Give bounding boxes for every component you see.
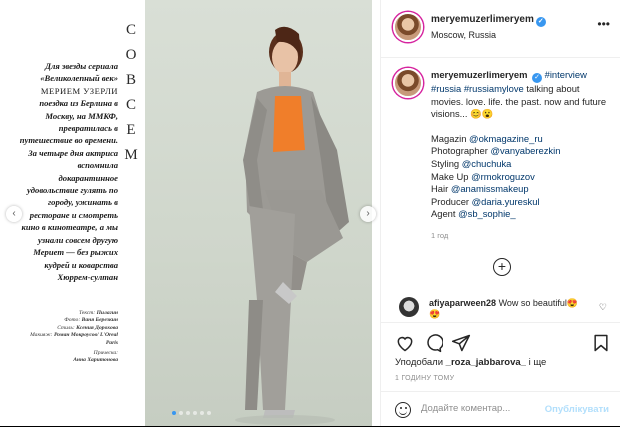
verified-badge-icon: ✓ [535, 17, 546, 27]
caption-text: meryemuzerlimeryem ✓ #interview #russia … [431, 69, 613, 243]
post-timestamp: 1 ГОДИНУ ТОМУ [395, 375, 455, 382]
carousel-dot [172, 411, 176, 415]
magazine-intro: Для звезды сериала «Великолепный век» [40, 61, 118, 84]
comment-text: afiyaparween28 Wow so beautiful😍😍 [429, 298, 579, 319]
hashtag-link[interactable]: #russiamylove [464, 83, 524, 94]
post-side-panel: meryemuzerlimeryem ✓ Moscow, Russia ••• m… [380, 0, 620, 426]
more-options-icon[interactable]: ••• [597, 17, 610, 31]
post-header: meryemuzerlimeryem ✓ Moscow, Russia ••• [381, 0, 620, 58]
liked-by-text: Уподобали _roza_jabbarova_ і ще [395, 357, 547, 368]
emoji-icon[interactable] [395, 402, 411, 418]
prev-slide-button[interactable]: ‹ [6, 206, 22, 222]
magazine-vertical-word: С О В С Е М [124, 22, 138, 163]
mention-link[interactable]: @vanyaberezkin [490, 145, 560, 156]
share-icon[interactable] [451, 333, 471, 353]
mention-link[interactable]: @chuchuka [462, 158, 512, 169]
model-figure-illustration [235, 26, 349, 425]
carousel-dot [179, 411, 183, 415]
mention-link[interactable]: @okmagazine_ru [469, 133, 543, 144]
credit-line: Фото: Ваня Березкин [64, 317, 118, 324]
avatar[interactable] [393, 12, 423, 42]
carousel-dot [193, 411, 197, 415]
avatar[interactable] [393, 68, 423, 98]
add-comment-bar: Опублікувати [381, 391, 620, 427]
heart-icon[interactable] [395, 333, 415, 353]
credit-line: Текст: Пилагин [78, 310, 118, 316]
avatar[interactable] [399, 297, 419, 317]
hashtag-link[interactable]: #russia [431, 83, 461, 94]
comment-like-icon[interactable]: ♡ [599, 302, 607, 313]
magazine-credits: Текст: Пилагин Фото: Ваня Березкин Стиль… [18, 310, 118, 365]
magazine-name: МЕРИЕМ УЗЕРЛИ [40, 85, 118, 96]
magazine-body: поездка из Берлина в Москву, на ММКФ, пр… [19, 98, 118, 282]
carousel-indicator [172, 411, 211, 415]
mention-link[interactable]: @daria.yureskul [472, 196, 540, 207]
carousel-dot [207, 411, 211, 415]
comment-item: afiyaparween28 Wow so beautiful😍😍 ♡ [381, 292, 620, 322]
post-media[interactable]: Для звезды сериала «Великолепный век» МЕ… [0, 0, 380, 426]
action-icons [395, 333, 611, 355]
mention-link[interactable]: @anamissmakeup [451, 183, 529, 194]
next-slide-button[interactable]: › [360, 206, 376, 222]
caption-timestamp: 1 год [431, 230, 449, 240]
mention-link[interactable]: @rmokroguzov [471, 171, 535, 182]
location-link[interactable]: Moscow, Russia [431, 30, 496, 40]
post-caption: meryemuzerlimeryem ✓ #interview #russia … [381, 58, 620, 286]
publish-button[interactable]: Опублікувати [545, 404, 609, 415]
credit-line: Макияж: Роман Мокроусов/ L'Oreal Paris [30, 332, 118, 346]
hashtag-link[interactable]: #interview [545, 69, 587, 80]
credit-line: Стиль: Ксения Дорохова [57, 324, 118, 331]
post-actions: Уподобали _roza_jabbarova_ і ще 1 ГОДИНУ… [381, 322, 620, 426]
comment-username[interactable]: afiyaparween28 [429, 298, 496, 308]
verified-badge-icon: ✓ [532, 73, 543, 83]
caption-username[interactable]: meryemuzerlimeryem [431, 69, 527, 80]
header-username[interactable]: meryemuzerlimeryem ✓ [431, 14, 546, 27]
carousel-dot [186, 411, 190, 415]
mention-link[interactable]: @sb_sophie_ [458, 208, 515, 219]
liked-by-user-link[interactable]: _roza_jabbarova_ [446, 357, 526, 368]
credit-line: Прическа: Анна Харитонова [73, 350, 118, 364]
instagram-post: Для звезды сериала «Великолепный век» МЕ… [0, 0, 620, 426]
carousel-dot [200, 411, 204, 415]
magazine-text: Для звезды сериала «Великолепный век» МЕ… [18, 60, 118, 283]
load-more-comments-icon[interactable]: + [493, 258, 511, 276]
comment-icon[interactable] [423, 333, 443, 353]
model-photo [145, 0, 372, 426]
comment-input[interactable] [421, 403, 541, 414]
bookmark-icon[interactable] [591, 333, 611, 353]
